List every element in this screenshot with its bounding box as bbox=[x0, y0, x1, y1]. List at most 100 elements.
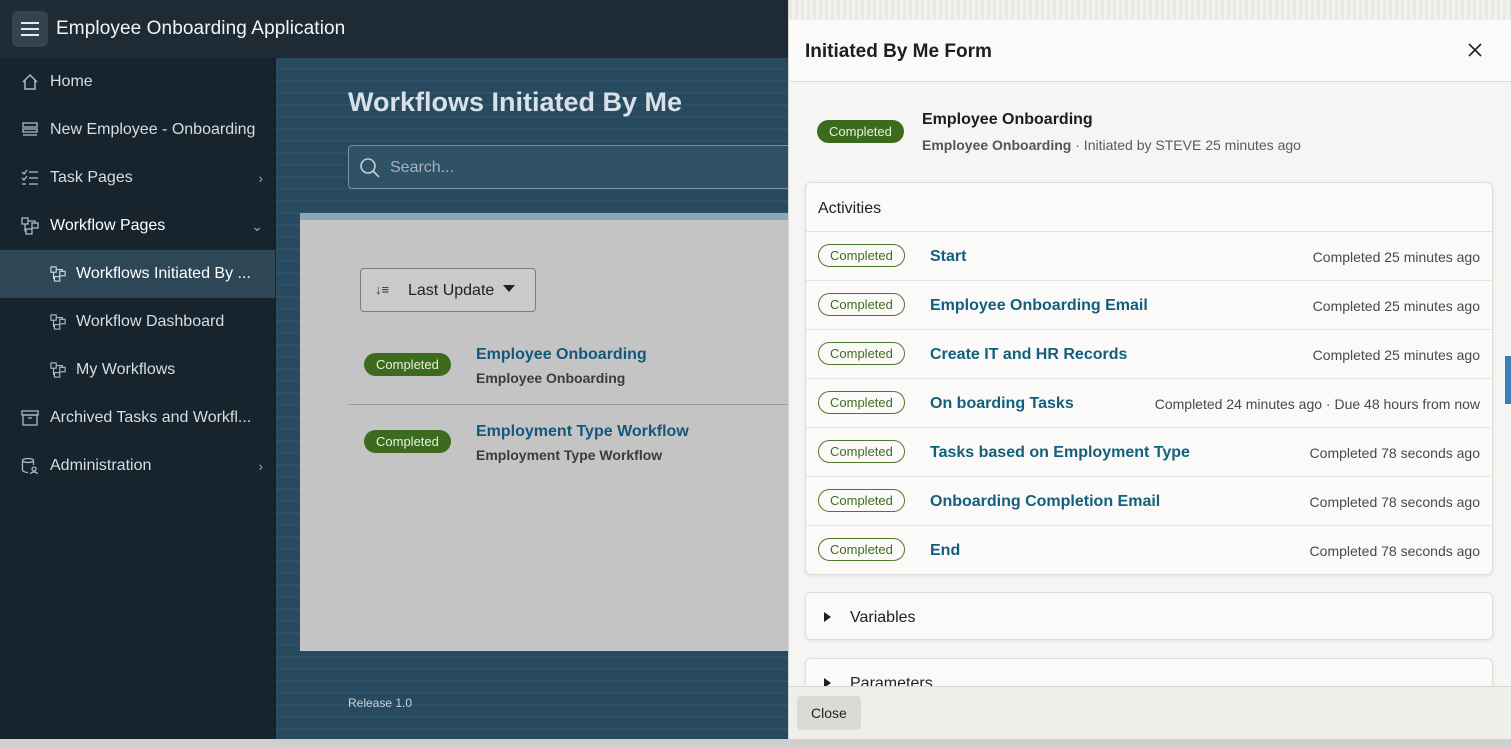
activity-name-link[interactable]: Tasks based on Employment Type bbox=[930, 444, 1190, 462]
sort-label: Last Update bbox=[408, 282, 495, 299]
activity-time: Completed 78 seconds ago bbox=[1309, 543, 1480, 559]
workflow-subtitle: Employment Type Workflow bbox=[476, 447, 663, 463]
summary-title: Employee Onboarding bbox=[922, 111, 1093, 128]
workflow-icon bbox=[48, 360, 68, 380]
status-badge: Completed bbox=[818, 391, 905, 414]
activity-row: Completed Onboarding Completion Email Co… bbox=[806, 477, 1492, 526]
sort-button[interactable]: ↓≡ Last Update bbox=[360, 268, 536, 312]
search-input[interactable]: Search... bbox=[348, 145, 790, 189]
checklist-icon bbox=[20, 168, 40, 188]
drawer-title: Initiated By Me Form bbox=[805, 41, 992, 62]
sidebar-item-label: Administration bbox=[50, 457, 152, 474]
form-icon bbox=[20, 120, 40, 140]
sidebar-item-label: Home bbox=[50, 73, 93, 90]
caret-right-icon bbox=[824, 612, 831, 622]
sidebar-item-label: Archived Tasks and Workfl... bbox=[50, 409, 252, 426]
activity-name-link[interactable]: Onboarding Completion Email bbox=[930, 493, 1160, 511]
sidebar-item-administration[interactable]: Administration › bbox=[0, 442, 275, 490]
status-badge: Completed bbox=[817, 120, 904, 143]
hamburger-icon-line bbox=[21, 28, 39, 30]
drawer-top-strip bbox=[789, 0, 1511, 20]
activities-header: Activities bbox=[806, 183, 1492, 232]
hamburger-icon bbox=[21, 22, 39, 24]
chevron-right-icon: › bbox=[258, 170, 263, 186]
app-title: Employee Onboarding Application bbox=[56, 18, 346, 39]
summary-subtitle: Employee Onboarding · Initiated by STEVE… bbox=[922, 137, 1301, 153]
divider bbox=[348, 404, 790, 405]
status-badge: Completed bbox=[818, 440, 905, 463]
activity-name-link[interactable]: End bbox=[930, 542, 960, 560]
parameters-heading: Parameters bbox=[850, 675, 933, 686]
close-button[interactable]: Close bbox=[797, 696, 861, 730]
sidebar-item-label: My Workflows bbox=[76, 361, 176, 378]
status-badge: Completed bbox=[818, 342, 905, 365]
variables-section-toggle[interactable]: Variables bbox=[805, 592, 1493, 640]
status-badge: Completed bbox=[818, 244, 905, 267]
sidebar-item-archived-tasks[interactable]: Archived Tasks and Workfl... bbox=[0, 394, 275, 442]
status-badge: Completed bbox=[818, 489, 905, 512]
activity-row: Completed End Completed 78 seconds ago bbox=[806, 526, 1492, 575]
archive-icon bbox=[20, 408, 40, 428]
status-badge: Completed bbox=[818, 293, 905, 316]
activity-time: Completed 25 minutes ago bbox=[1312, 249, 1480, 265]
caret-down-icon bbox=[503, 285, 515, 292]
search-icon bbox=[359, 157, 381, 184]
sidebar-item-label: Workflow Dashboard bbox=[76, 313, 225, 330]
menu-toggle-button[interactable] bbox=[12, 11, 48, 47]
page-title: Workflows Initiated By Me bbox=[348, 87, 683, 117]
activity-row: Completed Create IT and HR Records Compl… bbox=[806, 330, 1492, 379]
parameters-section-toggle[interactable]: Parameters bbox=[805, 658, 1493, 686]
workflow-icon bbox=[48, 264, 68, 284]
workflow-title-link[interactable]: Employment Type Workflow bbox=[476, 423, 689, 441]
status-badge: Completed bbox=[364, 353, 451, 376]
activity-name-link[interactable]: Start bbox=[930, 248, 966, 266]
sidebar-item-home[interactable]: Home bbox=[0, 58, 275, 106]
sidebar-nav: Home New Employee - Onboarding Task Page… bbox=[0, 58, 275, 747]
close-icon[interactable] bbox=[1465, 40, 1485, 60]
workflow-icon bbox=[20, 216, 40, 236]
sidebar-item-workflow-pages[interactable]: Workflow Pages ⌄ bbox=[0, 202, 275, 250]
main-content: Workflows Initiated By Me Search... ↓≡ L… bbox=[276, 58, 790, 747]
variables-heading: Variables bbox=[850, 609, 916, 626]
activity-time: Completed 78 seconds ago bbox=[1309, 494, 1480, 510]
sidebar-item-my-workflows[interactable]: My Workflows bbox=[0, 346, 275, 394]
sidebar-item-workflows-initiated-by-me[interactable]: Workflows Initiated By ... bbox=[0, 250, 275, 298]
app-header: Employee Onboarding Application bbox=[0, 0, 790, 58]
activity-time: Completed 24 minutes ago · Due 48 hours … bbox=[1154, 396, 1480, 412]
sort-icon: ↓≡ bbox=[375, 282, 390, 297]
workflow-summary: Completed Employee Onboarding Employee O… bbox=[789, 82, 1511, 182]
status-badge: Completed bbox=[364, 430, 451, 453]
desktop-strip bbox=[0, 739, 1511, 747]
sidebar-item-label: New Employee - Onboarding bbox=[50, 121, 256, 138]
activity-row: Completed Employee Onboarding Email Comp… bbox=[806, 281, 1492, 330]
chevron-right-icon: › bbox=[258, 458, 263, 474]
activities-heading: Activities bbox=[818, 200, 882, 217]
activity-name-link[interactable]: On boarding Tasks bbox=[930, 395, 1074, 413]
scroll-indicator bbox=[1505, 356, 1511, 404]
sidebar-item-label: Workflows Initiated By ... bbox=[76, 265, 251, 282]
activities-panel: Activities Completed Start Completed 25 … bbox=[805, 182, 1493, 575]
activity-name-link[interactable]: Create IT and HR Records bbox=[930, 346, 1127, 364]
sidebar-item-new-employee-onboarding[interactable]: New Employee - Onboarding bbox=[0, 106, 275, 154]
status-badge: Completed bbox=[818, 538, 905, 561]
workflow-icon bbox=[48, 312, 68, 332]
activity-name-link[interactable]: Employee Onboarding Email bbox=[930, 297, 1148, 315]
sidebar-item-task-pages[interactable]: Task Pages › bbox=[0, 154, 275, 202]
sidebar-item-workflow-dashboard[interactable]: Workflow Dashboard bbox=[0, 298, 275, 346]
hamburger-icon-line bbox=[21, 34, 39, 36]
admin-icon bbox=[20, 456, 40, 476]
home-icon bbox=[20, 72, 40, 92]
drawer-footer: Close bbox=[789, 686, 1511, 739]
summary-subtitle-rest: · Initiated by STEVE 25 minutes ago bbox=[1071, 137, 1301, 153]
search-placeholder: Search... bbox=[390, 159, 455, 176]
initiated-by-me-drawer: Initiated By Me Form Completed Employee … bbox=[788, 0, 1511, 739]
sidebar-item-label: Workflow Pages bbox=[50, 217, 166, 234]
activity-row: Completed Start Completed 25 minutes ago bbox=[806, 232, 1492, 281]
release-label: Release 1.0 bbox=[348, 696, 413, 710]
activity-row: Completed Tasks based on Employment Type… bbox=[806, 428, 1492, 477]
chevron-down-icon: ⌄ bbox=[251, 217, 263, 234]
activity-time: Completed 25 minutes ago bbox=[1312, 347, 1480, 363]
drawer-header: Initiated By Me Form bbox=[789, 20, 1511, 82]
workflow-title-link[interactable]: Employee Onboarding bbox=[476, 346, 647, 364]
sidebar-item-label: Task Pages bbox=[50, 169, 133, 186]
